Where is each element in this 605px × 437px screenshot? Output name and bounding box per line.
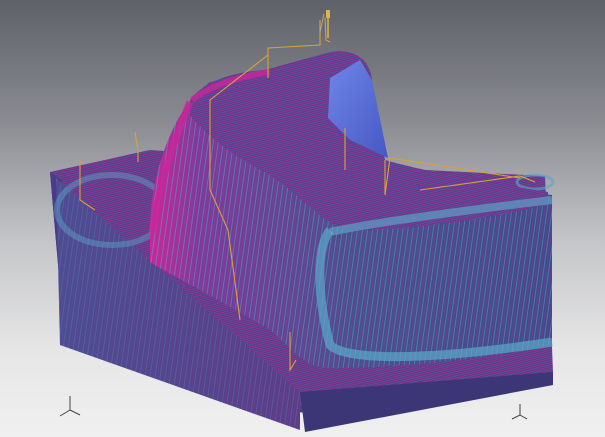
xyz-axis-triad-icon: [511, 404, 528, 420]
toolpath-scene[interactable]: [0, 0, 605, 437]
3d-viewport[interactable]: [0, 0, 605, 437]
xyz-axis-triad-icon: [59, 396, 81, 417]
